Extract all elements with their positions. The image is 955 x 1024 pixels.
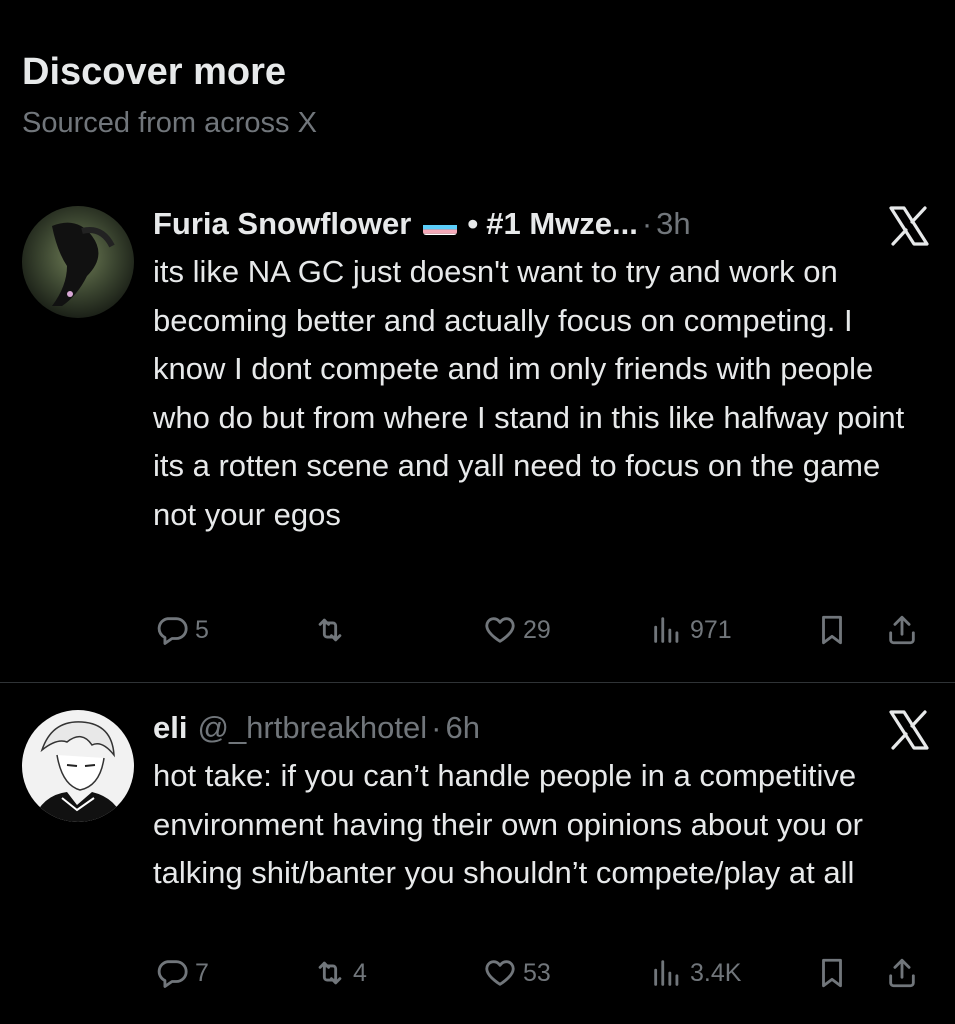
share-button[interactable]	[885, 608, 919, 652]
reply-count: 7	[195, 958, 209, 987]
post-time[interactable]: 3h	[656, 200, 690, 248]
views-count: 3.4K	[690, 958, 742, 987]
repost-button[interactable]: 4	[313, 951, 367, 995]
views-count: 971	[690, 615, 732, 644]
reply-icon	[157, 960, 188, 988]
post-content: Furia Snowflower • #1 Mwze... · 3h its l…	[153, 200, 931, 539]
avatar[interactable]	[22, 710, 134, 822]
bookmark-button[interactable]	[815, 951, 849, 995]
bookmark-button[interactable]	[815, 608, 849, 652]
views-button[interactable]: 971	[650, 608, 732, 652]
meta-separator: ·	[641, 206, 653, 241]
avatar[interactable]	[22, 206, 134, 318]
heart-icon	[485, 960, 515, 986]
section-title: Discover more	[22, 51, 287, 93]
x-logo-icon[interactable]	[887, 204, 931, 248]
post-content: eli @_hrtbreakhotel · 6h hot take: if yo…	[153, 704, 931, 898]
bookmark-icon	[822, 958, 842, 988]
post-card[interactable]: eli @_hrtbreakhotel · 6h hot take: if yo…	[0, 683, 955, 1024]
author-name-suffix: #1 Mwze...	[486, 206, 638, 241]
like-button[interactable]: 29	[483, 608, 551, 652]
reply-button[interactable]: 5	[155, 608, 209, 652]
post-meta: eli @_hrtbreakhotel · 6h	[153, 704, 931, 752]
discover-header: Discover more Sourced from across X	[22, 50, 317, 140]
x-logo-icon[interactable]	[887, 708, 931, 752]
post-time[interactable]: 6h	[445, 704, 479, 752]
author-name[interactable]: Furia Snowflower	[153, 200, 411, 248]
name-bullet: •	[467, 206, 479, 241]
post-actions: 7 4 53 3.4K	[155, 951, 935, 995]
post-text: its like NA GC just doesn't want to try …	[153, 254, 905, 532]
post-text: hot take: if you can’t handle people in …	[153, 758, 864, 890]
like-count: 29	[523, 615, 551, 644]
views-icon	[654, 960, 679, 986]
bookmark-icon	[822, 615, 842, 645]
reply-button[interactable]: 7	[155, 951, 209, 995]
reply-count: 5	[195, 615, 209, 644]
repost-icon	[318, 618, 342, 642]
views-button[interactable]: 3.4K	[650, 951, 741, 995]
heart-icon	[485, 617, 515, 643]
repost-button[interactable]	[313, 608, 353, 652]
section-subtitle: Sourced from across X	[22, 107, 317, 139]
author-handle[interactable]: @_hrtbreakhotel	[197, 704, 427, 752]
post-card[interactable]: Furia Snowflower • #1 Mwze... · 3h its l…	[0, 200, 955, 682]
views-icon	[654, 617, 679, 643]
meta-separator: ·	[431, 710, 442, 745]
author-name[interactable]: eli	[153, 704, 187, 752]
share-button[interactable]	[885, 951, 919, 995]
repost-count: 4	[353, 958, 367, 987]
share-icon	[889, 958, 915, 988]
share-icon	[889, 615, 915, 645]
like-button[interactable]: 53	[483, 951, 551, 995]
post-meta: Furia Snowflower • #1 Mwze... · 3h	[153, 200, 931, 248]
trans-flag-icon	[423, 213, 458, 235]
repost-icon	[318, 961, 342, 985]
post-actions: 5 29 971	[155, 608, 935, 652]
reply-icon	[157, 617, 188, 645]
like-count: 53	[523, 958, 551, 987]
